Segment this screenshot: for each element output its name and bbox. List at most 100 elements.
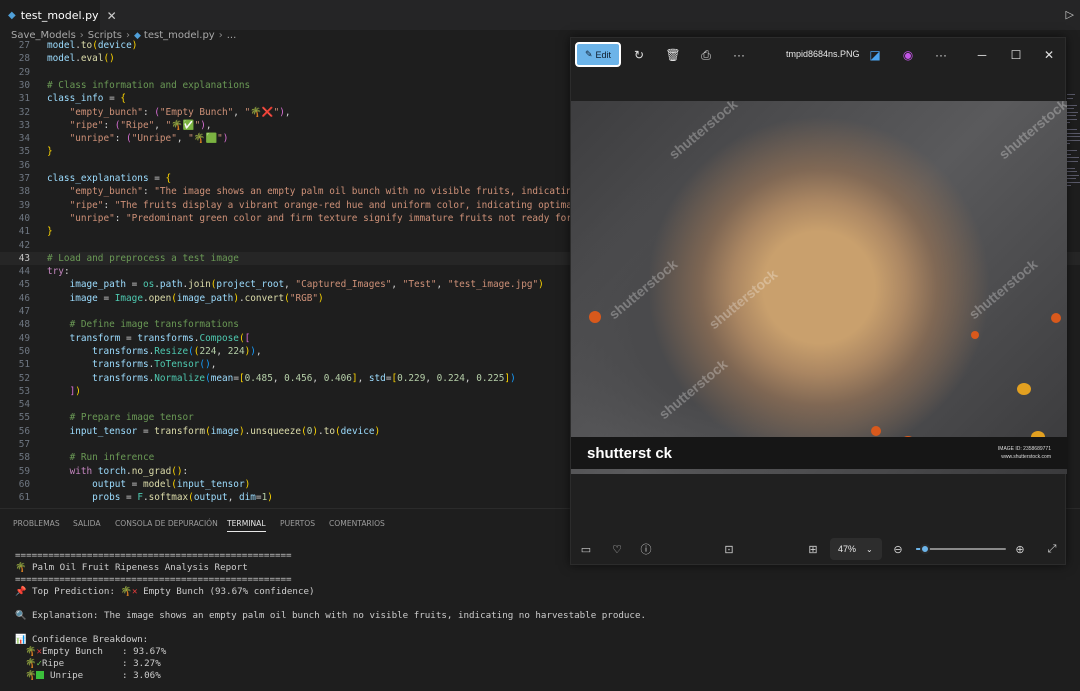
line-number: 50 xyxy=(18,345,30,357)
line-number: 60 xyxy=(18,478,30,490)
minimap-line xyxy=(1067,136,1080,137)
close-icon[interactable]: ✕ xyxy=(1041,47,1057,63)
watermark: shutterstock xyxy=(965,255,1041,323)
heart-icon[interactable]: ♡ xyxy=(610,542,624,556)
tab-terminal[interactable]: TERMINAL xyxy=(227,519,266,532)
full-screen-icon[interactable]: ⤢ xyxy=(1045,542,1059,556)
code-text: "ripe": ("Ripe", "🌴✅"), xyxy=(69,119,212,131)
fruit-mark xyxy=(1051,313,1061,323)
zoom-select[interactable]: 47% ⌄ xyxy=(830,538,882,560)
palm-icon: 🌴 xyxy=(25,658,37,669)
code-text: model.eval() xyxy=(47,53,115,65)
line-number: 33 xyxy=(18,119,30,131)
tab-label: test_model.py xyxy=(20,9,99,22)
minimap-line xyxy=(1067,167,1075,169)
more-options-icon[interactable]: ··· xyxy=(933,47,949,63)
minimap-line xyxy=(1067,129,1077,130)
zoom-slider-thumb[interactable] xyxy=(920,544,930,554)
tab-problems[interactable]: PROBLEMAS xyxy=(13,519,60,528)
code-text: "empty_bunch": "The image shows an empty… xyxy=(69,186,595,198)
watermark: shutterstock xyxy=(665,101,741,163)
watermark: shutterstock xyxy=(655,355,731,423)
code-text: try: xyxy=(47,266,70,278)
explanation-text: The image shows an empty palm oil bunch … xyxy=(103,610,647,621)
close-icon[interactable]: ✕ xyxy=(107,9,117,23)
photo-viewer-window: ✎ Edit ↻ 🗑 ⎙ ··· tmpid8684ns.PNG ◪ ◉ ···… xyxy=(570,37,1067,565)
fruit-mark xyxy=(1017,383,1031,395)
line-number: 42 xyxy=(18,239,30,251)
edit-button[interactable]: ✎ Edit xyxy=(575,42,621,67)
code-text: probs = F.softmax(output, dim=1) xyxy=(92,492,273,504)
line-number: 39 xyxy=(18,199,30,211)
edit-icon: ✎ xyxy=(584,49,593,59)
line-number: 57 xyxy=(18,439,30,450)
run-icon[interactable]: ▷ xyxy=(1066,8,1074,21)
minimize-icon[interactable]: ─ xyxy=(974,47,990,63)
copilot-icon[interactable]: ◉ xyxy=(900,47,916,63)
code-text: # Load and preprocess a test image xyxy=(47,252,239,264)
code-text: class_explanations = { xyxy=(47,173,172,184)
zoom-slider[interactable] xyxy=(916,544,1006,554)
line-number: 43 xyxy=(18,252,30,264)
maximize-icon[interactable]: ☐ xyxy=(1008,47,1024,63)
palm-bunch-photo: shutterstock shutterstock shutterstock s… xyxy=(571,101,1067,474)
editor-tab-bar: ◆ test_model.py ✕ ▷ xyxy=(0,0,1080,31)
palm-icon: 🌴 xyxy=(25,670,37,681)
crop-icon[interactable]: ⊡ xyxy=(722,542,736,556)
line-number: 52 xyxy=(18,372,30,384)
code-text: "unripe": ("Unripe", "🌴🟩") xyxy=(69,133,229,145)
top-prediction-line: 📌 Top Prediction: 🌴✕ Empty Bunch (93.67%… xyxy=(15,586,315,597)
minimap-line xyxy=(1067,115,1076,116)
shutterstock-logo: shutterst ck xyxy=(587,445,673,462)
chevron-down-icon: ⌄ xyxy=(866,544,873,554)
zoom-in-icon[interactable]: ⊕ xyxy=(1013,542,1027,556)
minimap-line xyxy=(1067,97,1073,99)
tab-debug-console[interactable]: CONSOLA DE DEPURACIÓN xyxy=(115,519,218,528)
fit-to-window-icon[interactable]: ⊞ xyxy=(806,542,820,556)
tab-ports[interactable]: PUERTOS xyxy=(280,519,315,528)
minimap[interactable] xyxy=(1066,44,1080,194)
breakdown-row: 🌴✓Ripe: 3.27% xyxy=(25,658,161,669)
line-number: 55 xyxy=(18,412,30,424)
delete-icon[interactable]: 🗑 xyxy=(665,47,681,63)
breakdown-row: 🌴✕Empty Bunch: 93.67% xyxy=(25,646,167,657)
print-icon[interactable]: ⎙ xyxy=(698,47,714,63)
minimap-line xyxy=(1067,143,1070,144)
viewer-toolbar: ✎ Edit ↻ 🗑 ⎙ ··· tmpid8684ns.PNG ◪ ◉ ···… xyxy=(571,38,1065,72)
line-number: 28 xyxy=(18,53,30,65)
terminal-rule: ========================================… xyxy=(15,574,292,585)
minimap-line xyxy=(1067,118,1077,120)
filmstrip-icon[interactable]: ▭ xyxy=(579,542,593,556)
minimap-line xyxy=(1067,153,1071,155)
python-file-icon: ◆ xyxy=(8,10,16,21)
code-text: # Prepare image tensor xyxy=(69,412,194,424)
minimap-line xyxy=(1067,181,1080,183)
code-text: ]) xyxy=(69,385,81,397)
minimap-line xyxy=(1067,174,1079,176)
minimap-line xyxy=(1067,185,1071,186)
code-text: transforms.Resize((224, 224)), xyxy=(92,345,262,357)
line-number: 48 xyxy=(18,319,30,331)
tab-output[interactable]: SALIDA xyxy=(73,519,101,528)
editor-app-icon[interactable]: ◪ xyxy=(867,47,883,63)
rotate-icon[interactable]: ↻ xyxy=(631,47,647,63)
line-number: 31 xyxy=(18,93,30,105)
line-number: 38 xyxy=(18,186,30,198)
code-text: image = Image.open(image_path).convert("… xyxy=(69,292,324,304)
photo-canvas[interactable]: shutterstock shutterstock shutterstock s… xyxy=(571,101,1067,474)
terminal-title-line: 🌴 Palm Oil Fruit Ripeness Analysis Repor… xyxy=(15,562,248,574)
more-icon[interactable]: ··· xyxy=(731,47,747,63)
tab-test-model[interactable]: ◆ test_model.py ✕ xyxy=(0,0,117,30)
green-square-icon xyxy=(36,671,45,679)
magnifier-icon: 🔍 xyxy=(15,610,27,621)
code-text: "empty_bunch": ("Empty Bunch", "🌴❌"), xyxy=(69,106,291,118)
info-icon[interactable]: ⓘ xyxy=(639,542,653,556)
tab-comments[interactable]: COMENTARIOS xyxy=(329,519,385,528)
code-text: transform = transforms.Compose([ xyxy=(69,332,251,344)
code-text: output = model(input_tensor) xyxy=(92,478,251,490)
line-number: 40 xyxy=(18,212,30,224)
zoom-out-icon[interactable]: ⊖ xyxy=(891,542,905,556)
breakdown-row: 🌴 Unripe: 3.06% xyxy=(25,670,161,681)
line-number: 53 xyxy=(18,385,30,397)
minimap-line xyxy=(1067,157,1079,158)
